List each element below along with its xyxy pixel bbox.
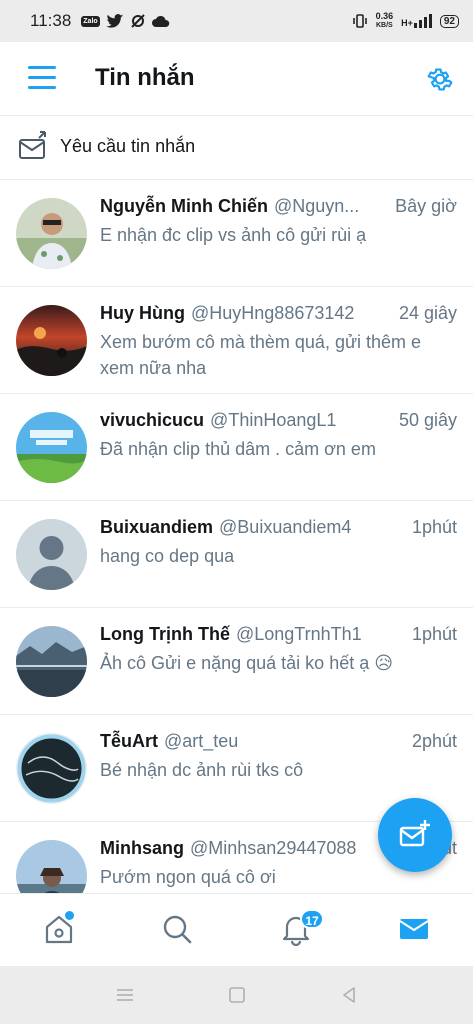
conversation-preview: E nhận đc clip vs ảnh cô gửi rùi ạ: [100, 225, 367, 245]
avatar: [16, 626, 87, 697]
avatar: [16, 305, 87, 376]
zalo-icon: Zalo: [81, 15, 100, 27]
mail-icon[interactable]: [397, 912, 431, 946]
conversation-preview: Ảh cô Gửi e nặng quá tải ko hết ạ 😥: [100, 653, 393, 673]
conversation-handle: @Buixuandiem4: [219, 517, 352, 537]
signal-icon: H+: [401, 14, 432, 28]
conversation-preview: Xem bướm cô mà thèm quá, gửi thêm e xem …: [100, 332, 422, 378]
conversation-time: 50 giây: [398, 410, 457, 430]
compose-mail-icon: [399, 820, 430, 847]
conversation-name: Minhsang: [100, 838, 184, 858]
back-triangle-icon[interactable]: [338, 984, 360, 1006]
search-icon[interactable]: [160, 912, 194, 946]
conversation-row[interactable]: Buixuandiem @Buixuandiem4 1phút hang co …: [0, 501, 473, 608]
recents-menu-icon[interactable]: [114, 984, 136, 1006]
conversation-preview: hang co dep qua: [100, 546, 235, 566]
conversation-name: Huy Hùng: [100, 303, 185, 323]
twitter-status-icon: [105, 13, 123, 28]
gear-icon[interactable]: [425, 64, 455, 94]
avatar: [16, 198, 87, 269]
message-request-icon: [19, 131, 46, 159]
conversation-row[interactable]: Nguyễn Minh Chiến @Nguyn... Bây giờ E nh…: [0, 180, 473, 287]
conversation-handle: @HuyHng88673142: [191, 303, 355, 323]
new-message-button[interactable]: [378, 798, 452, 872]
conversation-time: 24 giây: [398, 303, 457, 323]
conversation-list: Nguyễn Minh Chiến @Nguyn... Bây giờ E nh…: [0, 180, 473, 893]
conversation-time: 1phút: [411, 624, 457, 644]
status-time: 11:38: [30, 11, 72, 30]
conversation-preview: Bé nhận dc ảnh rùi tks cô: [100, 760, 304, 780]
message-requests-label: Yêu cầu tin nhắn: [60, 136, 196, 156]
vibrate-icon: [352, 14, 367, 28]
conversation-time: 1phút: [411, 517, 457, 537]
conversation-name: Nguyễn Minh Chiến: [100, 196, 268, 216]
home-unread-dot: [65, 911, 74, 920]
conversation-handle: @art_teu: [164, 731, 239, 751]
conversation-handle: @Nguyn...: [274, 196, 360, 216]
conversation-name: Long Trịnh Thế: [100, 624, 230, 644]
cloud-status-icon: [151, 15, 169, 27]
activity-status-icon: [130, 14, 145, 28]
home-square-icon[interactable]: [226, 984, 248, 1006]
conversation-preview: Đã nhận clip thủ dâm . cảm ơn em: [100, 439, 376, 459]
conversation-handle: @Minhsan29447088: [190, 838, 357, 858]
conversation-time: Bây giờ: [395, 196, 457, 216]
notifications-badge: 17: [300, 909, 324, 929]
status-bar: 11:38 Zalo 0.36 KB/S H+ 92: [0, 0, 473, 42]
avatar: [16, 412, 87, 483]
conversation-name: Buixuandiem: [100, 517, 214, 537]
conversation-row[interactable]: Huy Hùng @HuyHng88673142 24 giây Xem bướ…: [0, 287, 473, 394]
avatar: [16, 733, 87, 804]
message-requests-row[interactable]: Yêu cầu tin nhắn: [0, 116, 473, 180]
hamburger-menu-icon[interactable]: [28, 66, 56, 90]
default-avatar: [16, 519, 87, 590]
conversation-handle: @LongTrnhTh1: [235, 624, 362, 644]
conversation-name: vivuchicucu: [100, 410, 205, 430]
conversation-time: 2phút: [411, 731, 457, 751]
app-header: Tin nhắn: [0, 42, 473, 116]
system-navigation-bar: [0, 966, 473, 1024]
conversation-row[interactable]: vivuchicucu @ThinHoangL1 50 giây Đã nhận…: [0, 394, 473, 501]
page-title: Tin nhắn: [95, 64, 195, 91]
conversation-handle: @ThinHoangL1: [210, 410, 337, 430]
net-speed: 0.36 KB/S: [375, 11, 394, 30]
battery-icon: 92: [439, 14, 459, 28]
conversation-row[interactable]: Long Trịnh Thế @LongTrnhTh1 1phút Ảh cô …: [0, 608, 473, 715]
conversation-name: TễuArt: [100, 731, 158, 751]
avatar: [16, 840, 87, 893]
bottom-navigation: 17: [0, 893, 473, 966]
